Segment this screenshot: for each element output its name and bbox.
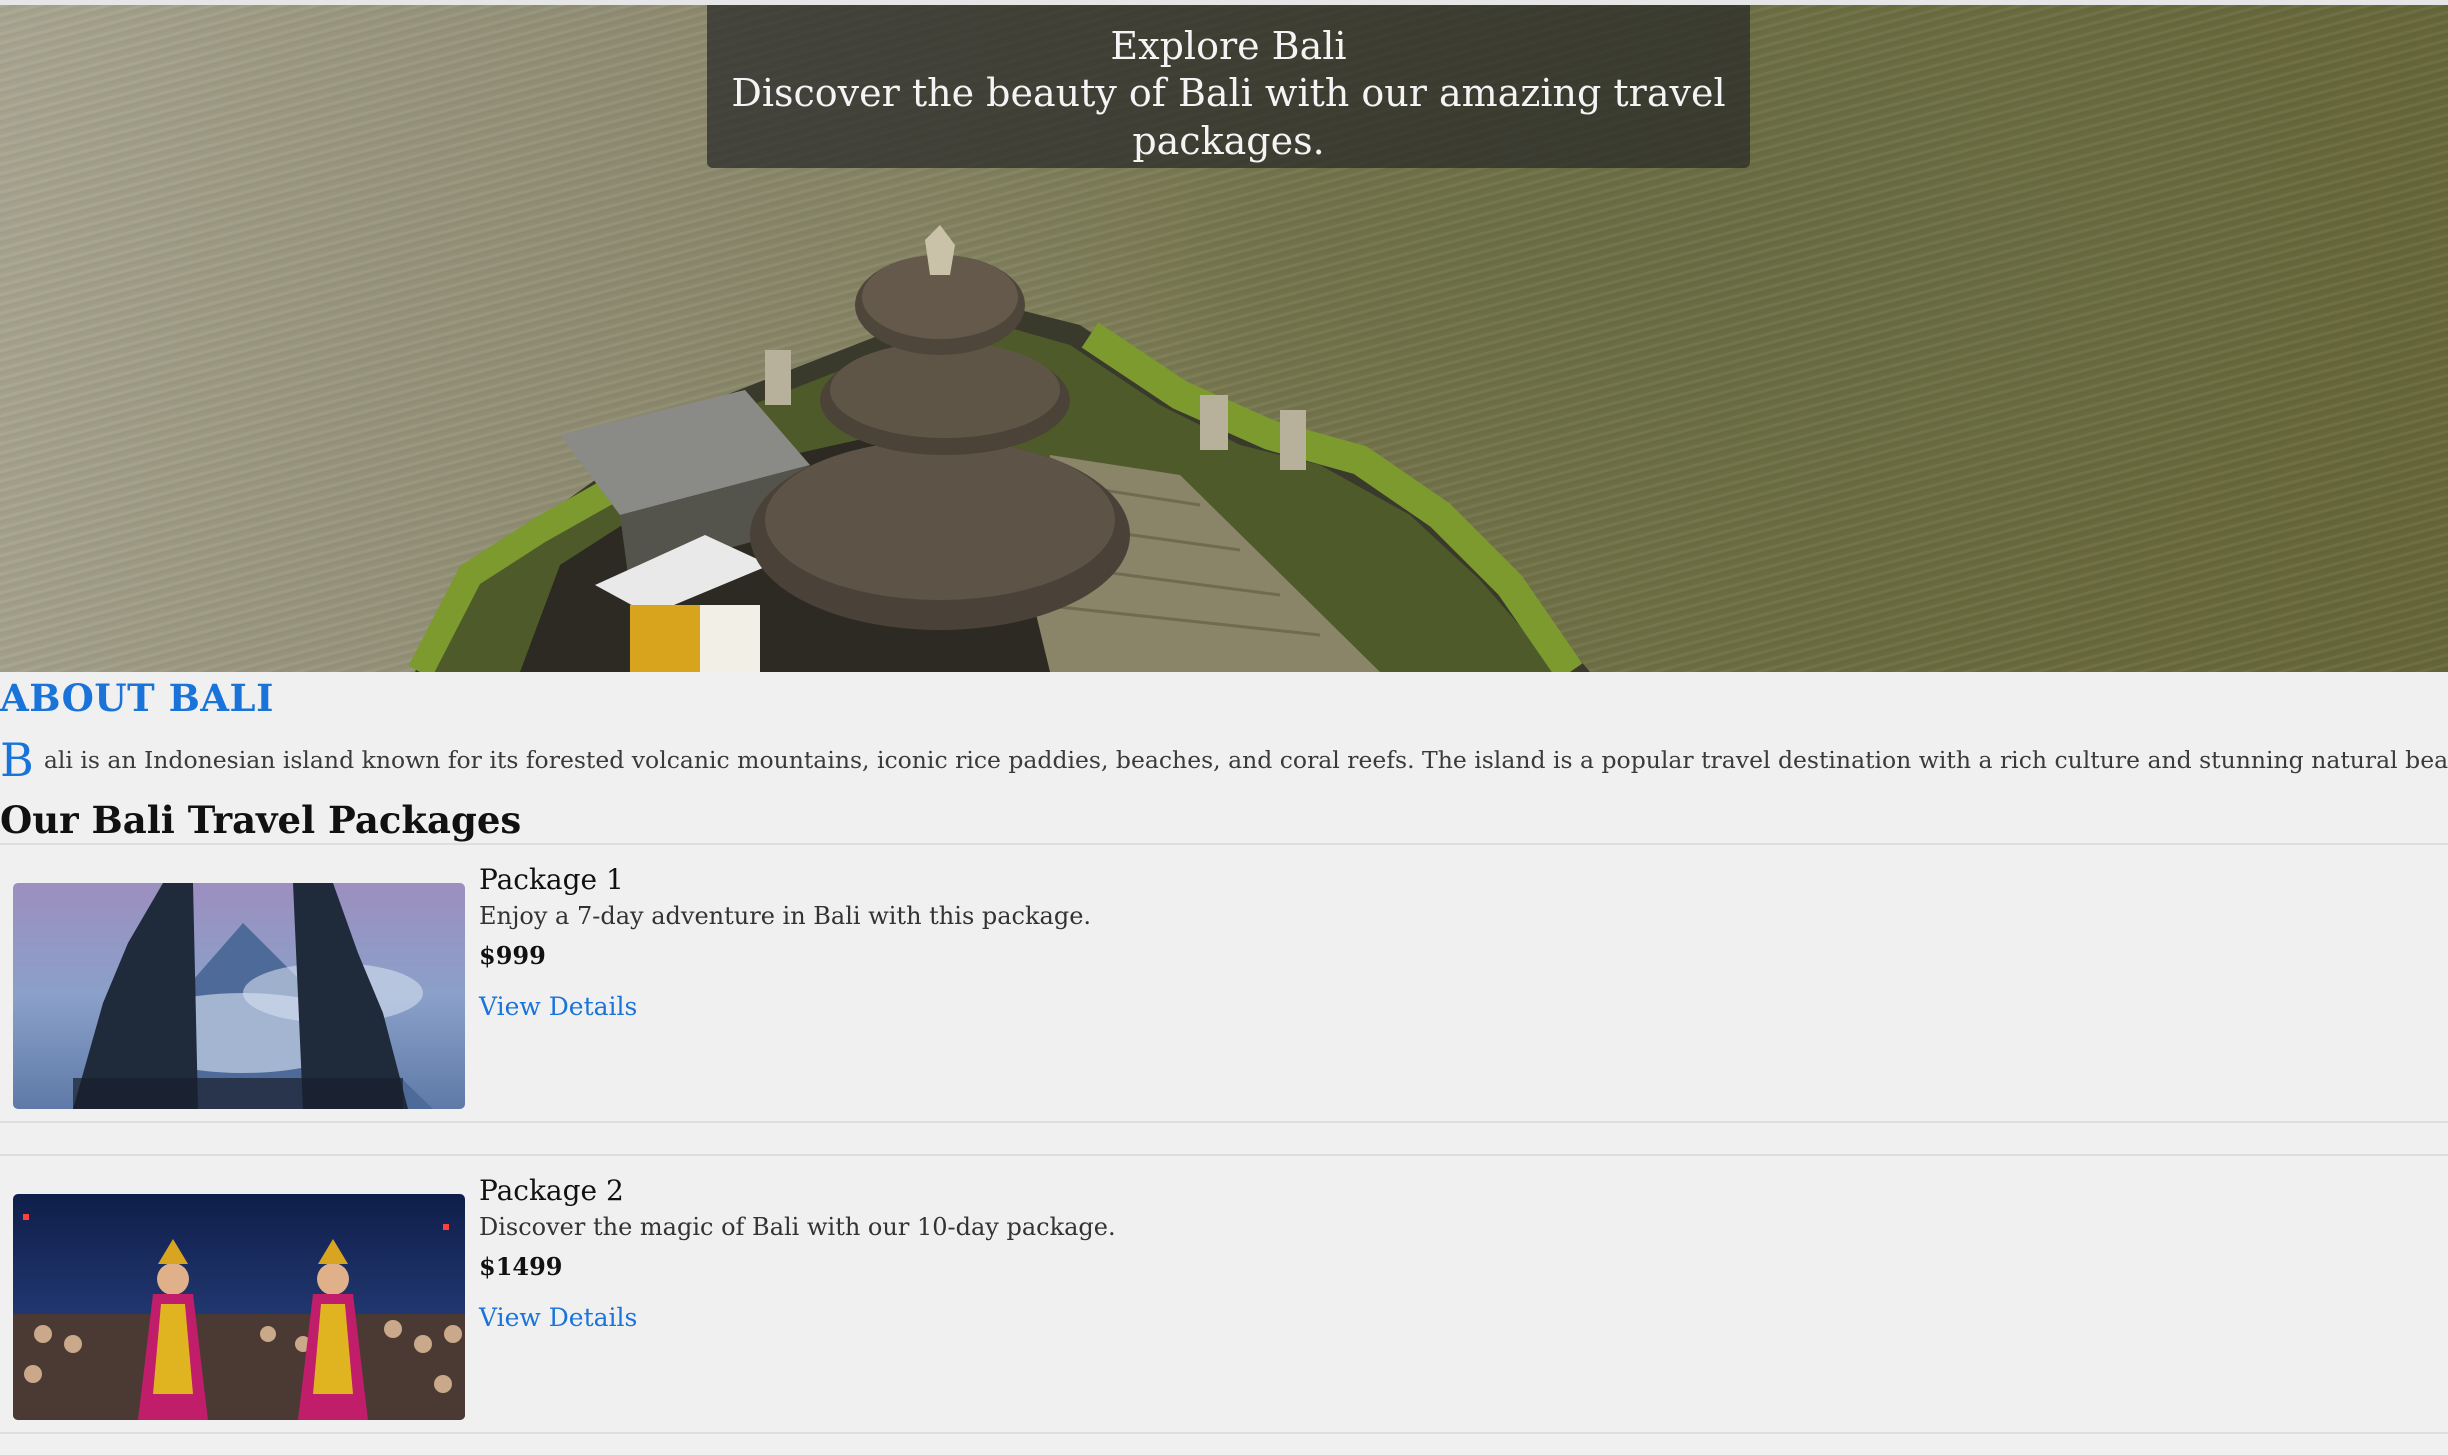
package-card: Package 2 Discover the magic of Bali wit… <box>0 1154 2448 1434</box>
package-name: Package 2 <box>479 1174 624 1207</box>
package-price: $1499 <box>479 1252 563 1281</box>
package-1-image <box>13 883 465 1109</box>
package-description: Discover the magic of Bali with our 10-d… <box>479 1213 1116 1241</box>
package-1-info: Package 1 Enjoy a 7-day adventure in Bal… <box>479 861 1091 1025</box>
about-heading: ABOUT BALI <box>0 676 274 720</box>
package-card: Package 1 Enjoy a 7-day adventure in Bal… <box>0 843 2448 1123</box>
view-details-link[interactable]: View Details <box>479 989 1091 1025</box>
about-text: ali is an Indonesian island known for it… <box>43 746 2448 774</box>
hero-caption: Explore Bali Discover the beauty of Bali… <box>707 5 1750 168</box>
package-name: Package 1 <box>479 863 624 896</box>
package-price: $999 <box>479 941 546 970</box>
view-details-link[interactable]: View Details <box>479 1300 1116 1336</box>
temple-gate-photo <box>13 883 465 1109</box>
about-dropcap: B <box>0 733 34 787</box>
about-paragraph: B ali is an Indonesian island known for … <box>0 733 2448 787</box>
hero-subtitle: Discover the beauty of Bali with our ama… <box>731 71 1726 163</box>
package-2-info: Package 2 Discover the magic of Bali wit… <box>479 1172 1116 1336</box>
hero-title: Explore Bali <box>1110 24 1347 68</box>
package-description: Enjoy a 7-day adventure in Bali with thi… <box>479 902 1092 930</box>
hero-banner: Explore Bali Discover the beauty of Bali… <box>0 5 2448 672</box>
package-2-image <box>13 1194 465 1420</box>
bali-dancers-photo <box>13 1194 465 1420</box>
packages-heading: Our Bali Travel Packages <box>0 798 522 842</box>
